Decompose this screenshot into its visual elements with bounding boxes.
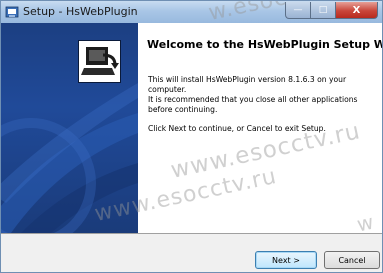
close-button[interactable]: X (336, 2, 378, 19)
window-title: Setup - HsWebPlugin (23, 5, 138, 18)
installer-logo (78, 40, 121, 83)
setup-window: Setup - HsWebPlugin — □ X Welcome to the… (0, 0, 383, 273)
install-info-text: This will install HsWebPlugin version 8.… (148, 75, 347, 94)
next-cancel-text: Click Next to continue, or Cancel to exi… (148, 124, 326, 133)
caption-buttons: — □ X (285, 2, 378, 19)
title-bar[interactable]: Setup - HsWebPlugin — □ X (1, 1, 382, 23)
wizard-content: Welcome to the HsWebPlugin Setup Wizard … (138, 23, 382, 233)
maximize-icon: □ (318, 5, 328, 15)
minimize-button[interactable]: — (285, 2, 311, 19)
setup-app-icon (5, 6, 19, 18)
next-button[interactable]: Next > (255, 251, 317, 269)
wizard-heading: Welcome to the HsWebPlugin Setup Wizard (147, 38, 382, 51)
cancel-button[interactable]: Cancel (324, 251, 380, 269)
wizard-button-bar: Next > Cancel (1, 233, 382, 272)
close-apps-text: It is recommended that you close all oth… (148, 95, 358, 114)
maximize-button[interactable]: □ (311, 2, 336, 19)
wizard-side-panel (1, 23, 138, 233)
close-icon: X (352, 4, 361, 16)
minimize-icon: — (293, 5, 303, 15)
computer-install-icon (79, 41, 120, 82)
